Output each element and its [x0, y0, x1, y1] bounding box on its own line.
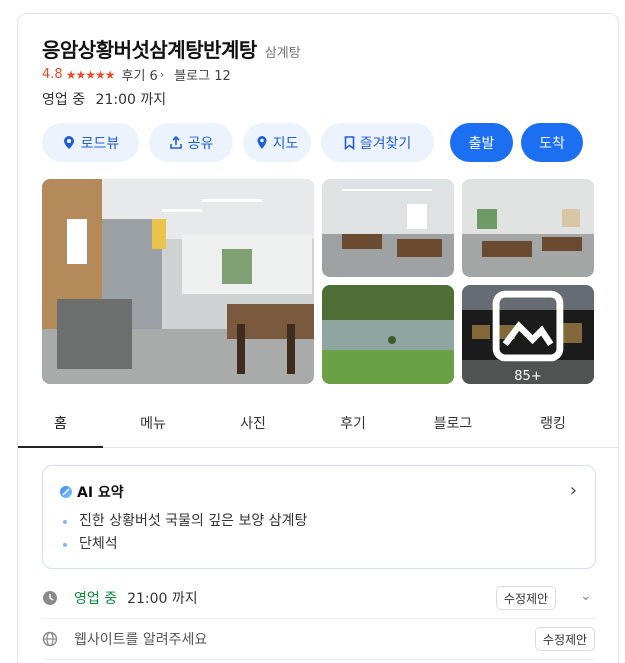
photo-4[interactable]: [322, 285, 454, 384]
gallery-icon: [492, 290, 564, 362]
roadview-label: 로드뷰: [80, 135, 120, 152]
place-card: 응암상황버섯삼계탕반계탕 삼계탕 4.8 ★★★★★ 후기 6 › 블로그 12…: [17, 13, 619, 663]
share-label: 공유: [187, 135, 214, 152]
hours-row[interactable]: 영업 중 21:00 까지 수정제안 ⌄: [42, 584, 596, 612]
map-label: 지도: [272, 135, 299, 152]
ai-summary-card[interactable]: AI 요약 › 진한 상황버섯 국물의 깊은 보양 삼계탕 단체석: [42, 465, 596, 569]
ai-summary-title: AI 요약: [77, 485, 124, 501]
review-link[interactable]: 후기 6 ›: [121, 65, 164, 84]
stream-outdoor-photo: [322, 285, 454, 384]
roadview-icon: [63, 136, 74, 149]
tab-ranking[interactable]: 랭킹: [503, 408, 603, 447]
chevron-right-icon[interactable]: ›: [570, 480, 577, 501]
tab-home[interactable]: 홈: [18, 408, 103, 448]
rating-stars-icon: ★★★★★: [65, 67, 116, 82]
place-category: 삼계탕: [264, 46, 301, 61]
map-pin-icon: [257, 136, 267, 149]
dining-hall-photo: [322, 179, 454, 277]
departure-button[interactable]: 출발: [450, 123, 513, 162]
rating-row: 4.8 ★★★★★ 후기 6 › 블로그 12: [42, 65, 231, 84]
roadview-button[interactable]: 로드뷰: [42, 123, 139, 162]
favorite-button[interactable]: 즐겨찾기: [321, 123, 434, 162]
ai-summary-list: 진한 상황버섯 국물의 깊은 보양 삼계탕 단체석: [63, 510, 307, 556]
bookmark-icon: [344, 135, 355, 150]
arrival-label: 도착: [539, 135, 565, 152]
tab-photos[interactable]: 사진: [203, 408, 303, 447]
tab-reviews[interactable]: 후기: [303, 408, 403, 447]
more-photos-overlay[interactable]: 85+: [462, 285, 594, 384]
divider: [42, 659, 596, 660]
open-status: 영업 중: [74, 591, 118, 607]
clock-icon: [43, 591, 57, 605]
title-row: 응암상황버섯삼계탕반계탕 삼계탕: [42, 34, 301, 63]
share-button[interactable]: 공유: [149, 123, 233, 162]
map-button[interactable]: 지도: [243, 123, 311, 162]
share-icon: [169, 135, 182, 149]
globe-icon: [42, 631, 58, 647]
edit-hours-button[interactable]: 수정제안: [496, 586, 556, 610]
website-placeholder: 웹사이트를 알려주세요: [74, 632, 208, 648]
ai-summary-item: 진한 상황버섯 국물의 깊은 보양 삼계탕: [63, 510, 307, 533]
photo-more[interactable]: 85+: [462, 285, 594, 384]
chevron-right-icon: ›: [159, 68, 165, 81]
edit-website-button[interactable]: 수정제안: [535, 627, 595, 651]
arrival-button[interactable]: 도착: [521, 123, 583, 162]
tab-bar: 홈 메뉴 사진 후기 블로그 랭킹: [18, 408, 618, 448]
more-photos-count: 85+: [514, 369, 542, 384]
action-bar: 로드뷰 공유 지도 즐겨찾기 출발 도착: [42, 123, 583, 162]
divider: [42, 618, 596, 619]
place-title[interactable]: 응암상황버섯삼계탕반계탕: [42, 34, 257, 63]
chevron-down-icon[interactable]: ⌄: [580, 588, 592, 604]
open-time: 21:00 까지: [127, 591, 198, 607]
ai-summary-item: 단체석: [63, 533, 307, 556]
favorite-label: 즐겨찾기: [359, 135, 412, 152]
tab-blog[interactable]: 블로그: [403, 408, 503, 447]
ai-sparkle-icon: [60, 486, 72, 498]
ai-summary-header: AI 요약: [59, 482, 124, 502]
restaurant-interior-photo: [42, 179, 314, 384]
departure-label: 출발: [468, 135, 495, 152]
website-row[interactable]: 웹사이트를 알려주세요 수정제안: [42, 626, 596, 652]
photo-main[interactable]: [42, 179, 314, 384]
hours-until: 21:00 까지: [95, 92, 167, 108]
photo-2[interactable]: [322, 179, 454, 277]
review-count: 후기 6: [121, 69, 158, 84]
dining-tables-photo: [462, 179, 594, 277]
rating-value: 4.8: [42, 67, 63, 82]
blog-link[interactable]: 블로그 12: [174, 65, 231, 84]
tab-menu[interactable]: 메뉴: [103, 408, 203, 447]
hours-status: 영업 중: [42, 92, 86, 108]
photo-3[interactable]: [462, 179, 594, 277]
hours-summary: 영업 중 21:00 까지: [42, 89, 166, 109]
